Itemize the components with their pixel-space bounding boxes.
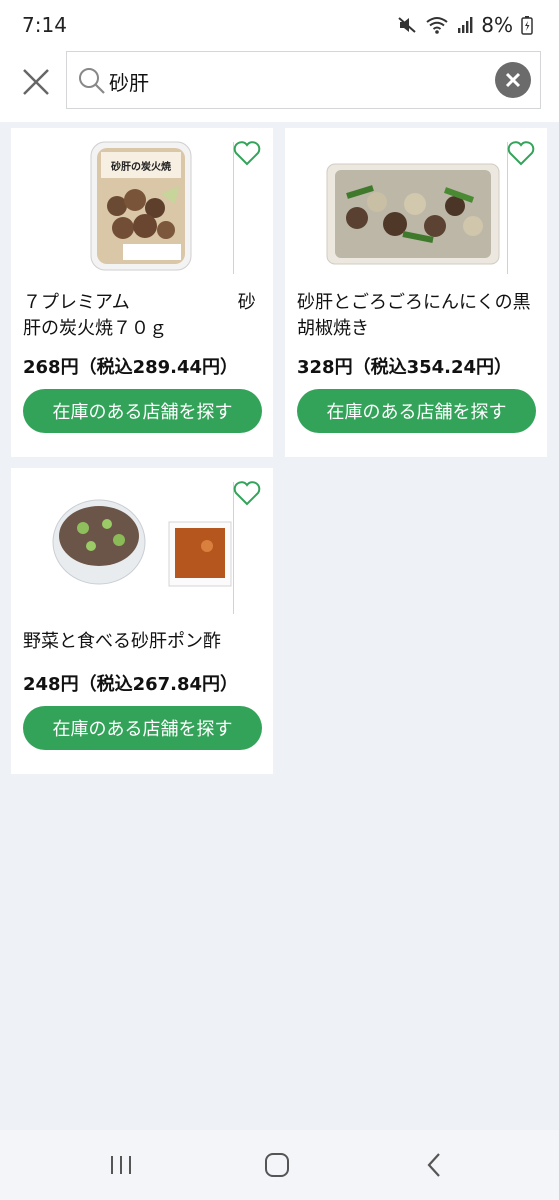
- favorite-heart-icon[interactable]: [507, 140, 535, 166]
- product-card[interactable]: 野菜と食べる砂肝ポン酢 248円（税込267.84円） 在庫のある店舗を探す: [11, 468, 273, 774]
- product-price: 268円（税込289.44円）: [23, 357, 239, 378]
- product-card[interactable]: 砂肝の炭火焼 ７プレミアム 砂肝の炭火焼７０ｇ 268円（税込289.44円） …: [11, 128, 273, 457]
- product-name[interactable]: 野菜と食べる砂肝ポン酢: [23, 629, 261, 655]
- search-header: [0, 50, 559, 122]
- status-time: 7:14: [22, 13, 67, 37]
- clear-search-button[interactable]: [495, 62, 531, 98]
- product-name[interactable]: ７プレミアム 砂肝の炭火焼７０ｇ: [23, 290, 261, 342]
- product-card[interactable]: 砂肝とごろごろにんにくの黒胡椒焼き 328円（税込354.24円） 在庫のある店…: [285, 128, 547, 457]
- search-icon: [79, 68, 105, 94]
- find-store-button[interactable]: 在庫のある店舗を探す: [297, 389, 536, 433]
- search-box[interactable]: [66, 51, 541, 109]
- product-price: 248円（税込267.84円）: [23, 674, 239, 695]
- battery-charging-icon: [521, 16, 533, 35]
- favorite-heart-icon[interactable]: [233, 480, 261, 506]
- product-price: 328円（税込354.24円）: [297, 357, 513, 378]
- wifi-icon: [426, 17, 448, 34]
- status-icons: 8%: [397, 13, 533, 37]
- search-input[interactable]: [109, 62, 489, 100]
- mute-icon: [398, 17, 416, 33]
- clear-icon: [505, 72, 521, 88]
- close-button[interactable]: [18, 64, 54, 100]
- close-icon: [23, 69, 49, 95]
- product-name[interactable]: 砂肝とごろごろにんにくの黒胡椒焼き: [297, 290, 535, 342]
- battery-percent: 8%: [481, 13, 513, 37]
- back-icon[interactable]: [420, 1150, 450, 1180]
- system-nav-bar: [0, 1130, 559, 1200]
- package-label: 砂肝の炭火焼: [110, 160, 171, 173]
- home-icon[interactable]: [262, 1150, 292, 1180]
- favorite-heart-icon[interactable]: [233, 140, 261, 166]
- find-store-button[interactable]: 在庫のある店舗を探す: [23, 389, 262, 433]
- signal-icon: [458, 17, 473, 33]
- find-store-button[interactable]: 在庫のある店舗を探す: [23, 706, 262, 750]
- status-bar: 7:14 8%: [0, 0, 559, 50]
- recent-apps-icon[interactable]: [106, 1150, 136, 1180]
